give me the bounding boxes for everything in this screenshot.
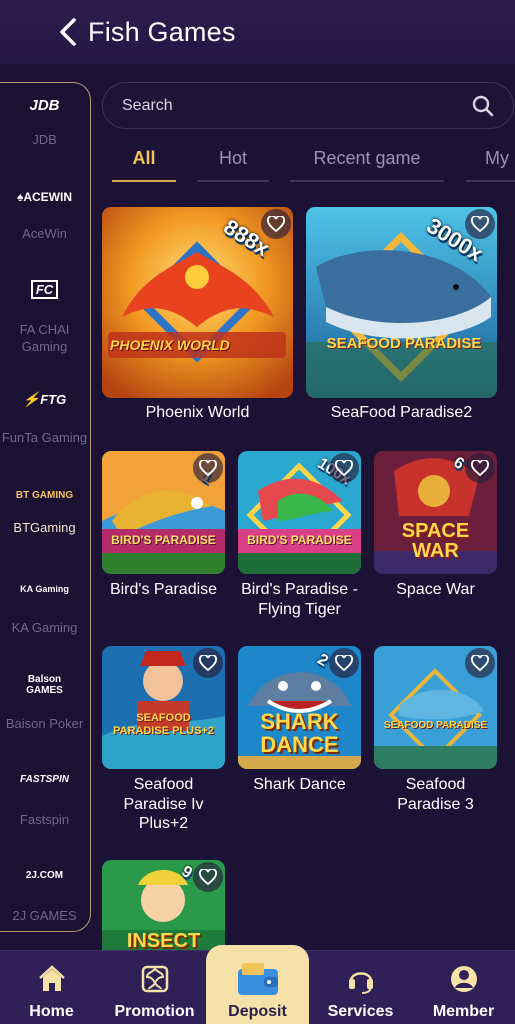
provider-sidebar: JDB JDB ♠ ACEWIN AceWin FC FA CHAI Gaming… xyxy=(0,82,91,932)
nav-label: Member xyxy=(432,1003,495,1020)
bottom-navigation: Home Promotion Deposit Services Member xyxy=(0,945,515,1024)
game-art-text: SEAFOOD PARADISE xyxy=(326,335,482,352)
fastspin-logo-icon: FASTSPIN xyxy=(20,773,69,785)
favorite-heart-icon[interactable] xyxy=(193,862,223,892)
tab-recent-game[interactable]: Recent game xyxy=(290,148,444,182)
game-title: Bird's Paradise xyxy=(109,581,218,598)
favorite-heart-icon[interactable] xyxy=(193,648,223,678)
provider-fachai[interactable]: FC FA CHAI Gaming xyxy=(0,275,89,355)
gift-icon xyxy=(139,963,171,995)
nav-promotion[interactable]: Promotion xyxy=(103,951,206,1024)
game-art-text: SPACE WAR xyxy=(401,520,470,562)
favorite-heart-icon[interactable] xyxy=(465,453,495,483)
provider-2jgames[interactable]: 2J.COM 2J GAMES xyxy=(0,861,89,924)
game-title: Shark Dance xyxy=(253,776,346,793)
provider-ftg[interactable]: ⚡ FTG FunTa Gaming xyxy=(0,385,89,446)
favorite-heart-icon[interactable] xyxy=(465,648,495,678)
nav-member[interactable]: Member xyxy=(412,951,515,1024)
game-art-text: SHARK DANCE xyxy=(260,709,339,757)
provider-acewin[interactable]: ♠ ACEWIN AceWin xyxy=(0,183,89,242)
home-icon xyxy=(36,963,68,995)
game-card-birds-paradise-flying-tiger[interactable]: BIRD'S PARADISE 100x Bird's Paradise - F… xyxy=(238,451,361,631)
user-icon xyxy=(448,963,480,995)
top-bar: Fish Games xyxy=(0,0,515,64)
game-card-space-war[interactable]: SPACE WAR 6 Space War xyxy=(374,451,497,631)
acewin-logo-icon: ♠ ACEWIN xyxy=(16,190,73,204)
wallet-icon xyxy=(237,961,278,995)
game-title: SeaFood Paradise2 xyxy=(330,404,473,421)
favorite-heart-icon[interactable] xyxy=(329,648,359,678)
nav-label: Promotion xyxy=(114,1003,195,1020)
nav-label: Home xyxy=(29,1003,74,1020)
nav-services[interactable]: Services xyxy=(309,951,412,1024)
game-card-seafood-paradise-3[interactable]: SEAFOOD PARADISE Seafood Paradise 3 xyxy=(374,646,497,826)
tab-my[interactable]: My xyxy=(466,148,515,182)
game-title: Seafood Paradise Iv Plus+2 xyxy=(123,776,204,832)
game-art-text: INSECT xyxy=(126,930,201,950)
nav-home[interactable]: Home xyxy=(0,951,103,1024)
game-card-insect[interactable]: INSECT 9 xyxy=(102,860,225,950)
provider-btgaming[interactable]: BT GAMING BTGaming xyxy=(0,481,89,536)
provider-jdb[interactable]: JDB JDB xyxy=(0,91,89,148)
provider-kagaming[interactable]: KA Gaming KA Gaming xyxy=(0,575,89,636)
btgaming-logo-icon: BT GAMING xyxy=(15,489,74,501)
provider-fastspin[interactable]: FASTSPIN Fastspin xyxy=(0,765,89,828)
game-title: Seafood Paradise 3 xyxy=(397,776,474,813)
ftg-logo-icon: ⚡ FTG xyxy=(22,390,67,407)
game-art-text: PHOENIX WORLD xyxy=(110,337,230,353)
search-input[interactable] xyxy=(122,96,452,115)
tab-underline xyxy=(197,180,269,182)
back-arrow-icon[interactable] xyxy=(48,12,88,52)
game-card-shark-dance[interactable]: SHARK DANCE 2 Shark Dance xyxy=(238,646,361,826)
game-card-seafood-paradise2[interactable]: SEAFOOD PARADISE 3000x SeaFood Paradise2 xyxy=(306,207,497,427)
game-art-text: BIRD'S PARADISE xyxy=(111,533,216,547)
favorite-heart-icon[interactable] xyxy=(261,209,291,239)
game-art-text: SEAFOOD PARADISE PLUS+2 xyxy=(113,712,214,737)
provider-baison[interactable]: Balson GAMES Baison Poker xyxy=(0,671,89,732)
tab-hot[interactable]: Hot xyxy=(197,148,269,182)
2j-logo-icon: 2J.COM xyxy=(25,869,64,881)
game-card-seafood-paradise-iv-plus2[interactable]: SEAFOOD PARADISE PLUS+2 Seafood Paradise… xyxy=(102,646,225,846)
nav-label: Deposit xyxy=(228,1003,287,1020)
favorite-heart-icon[interactable] xyxy=(193,453,223,483)
tab-all[interactable]: All xyxy=(112,148,176,182)
search-icon[interactable] xyxy=(471,94,495,118)
game-title: Phoenix World xyxy=(145,404,250,421)
game-card-phoenix-world[interactable]: PHOENIX WORLD 888x Phoenix World xyxy=(102,207,293,427)
page-title: Fish Games xyxy=(88,16,236,47)
tab-underline xyxy=(112,180,176,182)
nav-label: Services xyxy=(327,1003,394,1020)
favorite-heart-icon[interactable] xyxy=(465,209,495,239)
tab-underline xyxy=(466,180,515,182)
jdb-logo-icon: JDB xyxy=(29,96,60,114)
game-card-birds-paradise[interactable]: BIRD'S PARADISE 1 Bird's Paradise xyxy=(102,451,225,631)
game-art-text: BIRD'S PARADISE xyxy=(247,533,352,547)
game-title: Space War xyxy=(396,581,475,598)
kagaming-logo-icon: KA Gaming xyxy=(20,584,69,594)
favorite-heart-icon[interactable] xyxy=(329,453,359,483)
search-bar xyxy=(102,82,514,129)
headset-icon xyxy=(345,963,377,995)
game-title: Bird's Paradise - Flying Tiger xyxy=(241,581,358,618)
baison-logo-icon: Balson GAMES xyxy=(26,674,63,696)
game-art-text: SEAFOOD PARADISE xyxy=(383,720,488,731)
tab-underline xyxy=(290,180,444,182)
nav-deposit[interactable]: Deposit xyxy=(206,945,309,1024)
fachai-logo-icon: FC xyxy=(0,275,89,303)
